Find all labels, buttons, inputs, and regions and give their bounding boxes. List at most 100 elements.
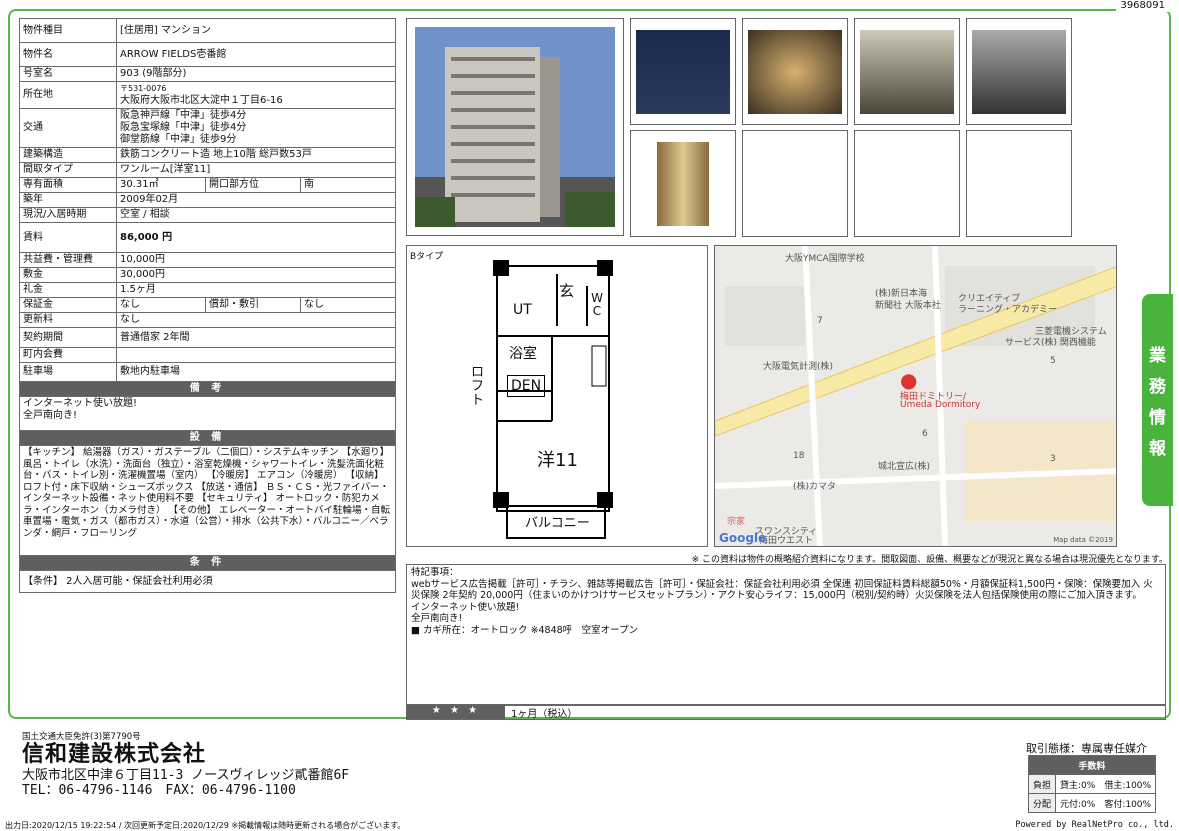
map-label-12: (株)カマタ	[793, 482, 837, 492]
wc-label: W C	[591, 291, 603, 318]
town-value	[115, 347, 397, 363]
photo-thumb-3[interactable]	[854, 18, 960, 125]
google-logo: Google	[719, 531, 767, 545]
photo-thumb-5[interactable]	[630, 130, 736, 237]
traffic-label: 交通	[19, 108, 117, 148]
floor-plan[interactable]: Bタイプ 玄 UT W C 浴室 ロフト DEN 洋11 バルコニー	[406, 245, 708, 547]
rating-text: 1ヶ月（税込）	[511, 709, 578, 720]
powered-by: Powered by RealNetPro co., ltd.	[1015, 820, 1174, 830]
star-rating: ★ ★ ★	[407, 705, 505, 719]
key-label: 礼金	[19, 282, 117, 298]
layout-value: ワンルーム[洋室11]	[115, 162, 397, 178]
room-label: 号室名	[19, 66, 117, 82]
map-label-8: 大阪電気計測(株)	[763, 362, 834, 372]
loft-label: ロフト	[471, 365, 485, 408]
traffic-2: 阪急宝塚線「中津」徒歩4分	[120, 122, 247, 133]
type-label: 物件種目	[19, 18, 117, 43]
photo-thumb-4[interactable]	[966, 18, 1072, 125]
output-date: 出力日:2020/12/15 19:22:54 / 次回更新予定日:2020/1…	[5, 821, 406, 830]
status-value: 空室 / 相談	[115, 207, 397, 223]
contract-label: 契約期間	[19, 327, 117, 348]
photo-empty-3	[966, 130, 1072, 237]
fee-key-2: 分配	[1027, 793, 1057, 813]
guarantee-label: 保証金	[19, 297, 117, 313]
amort-value: なし	[299, 297, 397, 313]
addr-label: 所在地	[19, 81, 117, 109]
type-value: [住居用] マンション	[115, 18, 397, 43]
key-value: 1.5ヶ月	[115, 282, 397, 298]
area-label: 専有面積	[19, 177, 117, 193]
company-info: 国土交通大臣免許(3)第7790号 信和建設株式会社 大阪市北区中津６丁目11-…	[22, 730, 349, 798]
map-label-3: 新聞社 大阪本社	[875, 301, 941, 311]
map-credit: Map data ©2019	[1053, 536, 1113, 544]
property-id: 3968091	[1116, 0, 1169, 12]
renew-label: 更新料	[19, 312, 117, 328]
built-value: 2009年02月	[115, 192, 397, 208]
tab-char-4: 報	[1149, 439, 1166, 459]
building-photo	[415, 27, 615, 227]
spec-table: 物件種目 [住居用] マンション 物件名 ARROW FIELDS壱番館 号室名 90…	[18, 18, 397, 593]
struct-value: 鉄筋コンクリート造 地上10階 総戸数53戸	[115, 147, 397, 163]
photo-empty-2	[854, 130, 960, 237]
cond-header: 条 件	[18, 555, 397, 571]
company-address: 大阪市北区中津６丁目11-3 ノースヴィレッジ貳番館6F	[22, 768, 350, 783]
map-num-3: 6	[922, 429, 928, 439]
floorplan-drawing	[493, 260, 613, 539]
map-label-15: 宗家	[727, 517, 746, 527]
special-notes: 特記事項： webサービス広告掲載［許可］・チラシ、雑誌等掲載広告［許可］・保証…	[406, 564, 1166, 706]
company-tel: TEL：06-4796-1146 FAX：06-4796-1100	[22, 783, 296, 798]
name-label: 物件名	[19, 42, 117, 67]
opening-value: 南	[299, 177, 397, 193]
name-value: ARROW FIELDS壱番館	[115, 42, 397, 67]
business-info-tab[interactable]: 業務情報	[1142, 294, 1173, 506]
deposit-value: 30,000円	[115, 267, 397, 283]
fee-value-1: 貸主:0% 借主:100%	[1055, 774, 1157, 794]
map-label-1: 大阪YMCA国際学校	[785, 254, 865, 264]
notes-line-4: ■ カギ所在：オートロック ※4848呼 空室オープン	[411, 624, 639, 636]
photo-thumb-2[interactable]	[742, 18, 848, 125]
equip-text: 【キッチン】 給湯器（ガス）・ガステーブル（二個口）・システムキッチン 【水廻り…	[18, 445, 397, 556]
map-label-14: 梅田ウエスト	[759, 536, 814, 546]
bath-label: 浴室	[509, 346, 537, 362]
built-label: 築年	[19, 192, 117, 208]
town-label: 町内会費	[19, 347, 117, 363]
map-num-4: 18	[793, 451, 805, 461]
opening-label: 開口部方位	[205, 177, 301, 193]
deal-type: 取引態様：専属専任媒介	[1026, 742, 1147, 755]
photo-empty-1	[742, 130, 848, 237]
area-value: 30.31㎡	[116, 177, 206, 193]
genkan-label: 玄	[559, 282, 575, 300]
remark-2: 全戸南向き!	[23, 410, 78, 421]
license-number: 国土交通大臣免許(3)第7790号	[22, 732, 141, 742]
struct-label: 建築構造	[19, 147, 117, 163]
deposit-label: 敷金	[19, 267, 117, 283]
fee-key-1: 負担	[1027, 774, 1057, 794]
tab-char-1: 業	[1149, 346, 1166, 366]
tab-char-2: 務	[1149, 377, 1166, 397]
notes-line-2: インターネット使い放題!	[411, 601, 520, 613]
traffic-1: 阪急神戸線「中津」徒歩4分	[120, 110, 247, 121]
parking-value: 敷地内駐車場	[115, 362, 397, 382]
renew-value: なし	[115, 312, 397, 328]
company-name: 信和建設株式会社	[22, 742, 207, 767]
main-photo[interactable]	[406, 18, 624, 236]
map-num-1: 7	[817, 316, 823, 326]
den-label: DEN	[507, 375, 546, 397]
addr-value: 大阪府大阪市北区大淀中１丁目6-16	[120, 95, 283, 106]
rating-bar: ★ ★ ★ 1ヶ月（税込）	[406, 704, 1166, 720]
map-label-7: サービス(株) 関西機能	[1005, 338, 1096, 348]
map-label-11: 城北宣広(株)	[878, 462, 931, 472]
tab-char-3: 情	[1149, 408, 1166, 428]
map-label-5: ラーニング・アカデミー	[958, 305, 1058, 315]
amort-label: 償却・敷引	[205, 297, 301, 313]
notes-line-3: 全戸南向き!	[411, 613, 463, 624]
map[interactable]: 大阪YMCA国際学校 (株)新日本海 新聞社 大阪本社 クリエイティブ ラーニン…	[714, 245, 1117, 547]
notes-header: 特記事項：	[411, 567, 459, 578]
map-num-5: 3	[1050, 454, 1056, 464]
zip: 〒531-0076	[120, 84, 167, 93]
ut-label: UT	[513, 302, 532, 318]
western-label: 洋11	[537, 450, 578, 471]
rent-value: 86,000 円	[115, 222, 397, 253]
photo-thumb-1[interactable]	[630, 18, 736, 125]
cond-text: 【条件】 2人入居可能・保証会社利用必須	[18, 570, 397, 593]
